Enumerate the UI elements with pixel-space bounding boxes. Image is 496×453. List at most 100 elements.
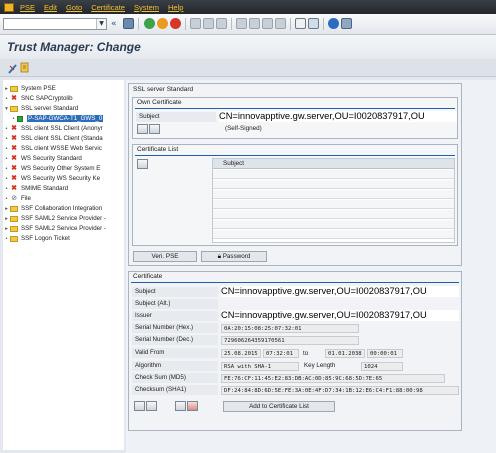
tree-item-label: SSL server Standard [21,105,79,112]
sha1-value: DF:24:84:8D:6D:5E:FE:3A:0E:4F:D7:34:1B:1… [221,386,459,395]
help-icon[interactable] [328,18,339,29]
tree-item-snc-sapcryptolib[interactable]: • ✖ SNC SAPCryptolib [3,94,124,103]
first-page-icon[interactable] [236,18,247,29]
serial-hex-value: 0A:20:15:08:25:07:32:01 [221,324,359,333]
double-chevron-left-icon[interactable]: « [111,18,117,30]
table-row[interactable] [213,220,454,229]
detail-panel: SSL server Standard Own Certificate Subj… [126,80,496,453]
expand-arrow-icon[interactable]: ▸ [3,206,10,212]
divider [135,108,455,109]
error-cross-icon: ✖ [11,125,17,132]
tree-item-ws-security-key[interactable]: • ✖ WS Security WS Security Ke [3,174,124,183]
list-detail-icon[interactable] [137,159,148,169]
menu-edit[interactable]: Edit [44,3,57,12]
bullet-icon: • [5,185,8,192]
bullet-icon: • [5,135,8,142]
issuer-value[interactable]: CN=innovapptive.gw.server,OU=I0020837917… [221,310,459,321]
command-field[interactable]: ▼ [3,18,107,30]
table-row[interactable] [213,170,454,179]
tree-item-label: WS Security Standard [21,155,82,162]
menu-goto[interactable]: Goto [66,3,82,12]
cancel-icon[interactable] [170,18,181,29]
tree-item-label: File [21,195,31,202]
error-cross-icon: ✖ [11,175,17,182]
expand-arrow-icon[interactable]: ▸ [3,216,10,222]
customize-layout-icon[interactable] [341,18,352,29]
tree-item-file[interactable]: • ⊘ File [3,194,124,203]
exit-icon[interactable] [157,18,168,29]
tree-item-ssf-saml2-b[interactable]: ▸ SSF SAML2 Service Provider - [3,224,124,233]
expand-arrow-icon[interactable]: ▸ [3,86,10,92]
subject-label: Subject [136,112,216,122]
menu-system[interactable]: System [134,3,159,12]
last-page-icon[interactable] [275,18,286,29]
tree-item-ssl-client-wsse[interactable]: • ✖ SSL client WSSE Web Servic [3,144,124,153]
certificate-import-icon[interactable] [146,401,157,411]
button-label: Add to Certificate List [249,403,309,410]
valid-to-time: 00:00:01 [367,349,403,358]
table-row[interactable] [213,200,454,209]
print-icon[interactable] [190,18,201,29]
table-row[interactable] [213,180,454,189]
tree-item-ws-security-other[interactable]: • ✖ WS Security Other System E [3,164,124,173]
tree-item-ssf-logon-ticket[interactable]: • SSF Logon Ticket [3,234,124,243]
tree-item-p-sap-gwca[interactable]: • P-SAP-GWCA-T1_GWS_0 [10,114,124,123]
menu-pse[interactable]: PSE [20,3,35,12]
own-subject-value[interactable]: CN=innovapptive.gw.server,OU=I0020837917… [219,111,457,122]
group-title: Certificate [133,273,163,280]
subject-alt-label: Subject (Alt.) [132,299,218,309]
bullet-icon: • [5,165,8,172]
certificate-group: Certificate Subject CN=innovapptive.gw.s… [128,271,462,431]
tree-item-ssl-server-standard[interactable]: ▾ SSL server Standard [3,104,124,113]
save-icon[interactable] [123,18,134,29]
bullet-icon: • [5,95,8,102]
group-title: SSL server Standard [133,86,194,93]
certificate-list-table[interactable]: Subject [212,158,455,243]
tree-item-label: SSF SAML2 Service Provider - [21,225,106,232]
collapse-arrow-icon[interactable]: ▾ [3,106,10,112]
find-icon[interactable] [203,18,214,29]
table-row[interactable] [213,230,454,239]
back-icon[interactable] [144,18,155,29]
tree-item-smime-standard[interactable]: • ✖ SMIME Standard [3,184,124,193]
certificate-delete-icon[interactable] [187,401,198,411]
tree-item-ssl-client-standard[interactable]: • ✖ SSL client SSL Client (Standa [3,134,124,143]
self-signed-note: (Self-Signed) [225,125,262,132]
group-title: Certificate List [137,146,179,153]
table-row[interactable] [213,210,454,219]
menu-certificate[interactable]: Certificate [91,3,125,12]
next-page-icon[interactable] [262,18,273,29]
tree-item-label: SSF SAML2 Service Provider - [21,215,106,222]
tree-item-ssl-client-anonymous[interactable]: • ✖ SSL client SSL Client (Anonyr [3,124,124,133]
tree-item-system-pse[interactable]: ▸ System PSE [3,84,124,93]
shortcut-icon[interactable] [308,18,319,29]
toolbar-separator [323,18,324,30]
valid-from-date: 25.08.2015 [221,349,261,358]
bullet-icon: • [5,235,8,242]
expand-arrow-icon[interactable]: ▸ [3,226,10,232]
tree-item-ssf-collaboration[interactable]: ▸ SSF Collaboration Integration [3,204,124,213]
veri-pse-button[interactable]: Veri. PSE [133,251,197,262]
algorithm-label: Algorithm [132,361,218,371]
tree-item-ws-security-standard[interactable]: • ✖ WS Security Standard [3,154,124,163]
certificate-subject-value[interactable]: CN=innovapptive.gw.server,OU=I0020837917… [221,286,459,297]
group-title: Own Certificate [137,99,182,106]
certificate-export-icon[interactable] [149,124,160,134]
column-header-subject[interactable]: Subject [213,159,454,169]
certificate-detail-icon[interactable] [137,124,148,134]
find-next-icon[interactable] [216,18,227,29]
certificate-print-icon[interactable] [175,401,186,411]
key-length-value: 1024 [361,362,403,371]
previous-page-icon[interactable] [249,18,260,29]
chevron-down-icon[interactable]: ▼ [96,19,106,29]
certificate-detail-icon[interactable] [134,401,145,411]
password-button[interactable]: 🔒︎ Password [201,251,267,262]
table-row[interactable] [213,190,454,199]
new-session-icon[interactable] [295,18,306,29]
menu-help[interactable]: Help [168,3,183,12]
add-to-certificate-list-button[interactable]: Add to Certificate List [223,401,335,412]
tree-item-ssf-saml2-a[interactable]: ▸ SSF SAML2 Service Provider - [3,214,124,223]
sap-menu-icon[interactable] [4,2,14,12]
display-change-icon[interactable] [20,62,30,73]
folder-icon [10,215,18,222]
